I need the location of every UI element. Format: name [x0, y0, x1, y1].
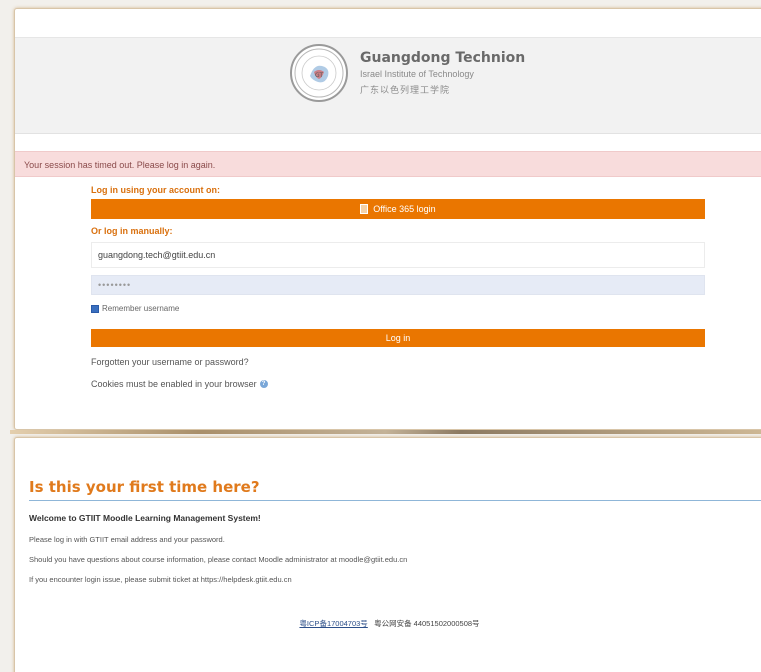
cookies-notice: Cookies must be enabled in your browser …	[91, 379, 705, 389]
header-band: GT Guangdong Technion Israel Institute o…	[15, 37, 761, 134]
university-seal-icon: GT	[290, 44, 348, 102]
title-underline	[29, 500, 761, 501]
password-field[interactable]: ••••••••	[91, 275, 705, 295]
office365-login-label: Office 365 login	[373, 204, 436, 214]
instructions-line-2: Should you have questions about course i…	[29, 555, 408, 564]
svg-text:GT: GT	[315, 72, 323, 79]
police-record: 粤公网安备 44051502000508号	[374, 619, 480, 628]
institution-logo[interactable]: GT Guangdong Technion Israel Institute o…	[290, 44, 525, 102]
username-field[interactable]: guangdong.tech@gtiit.edu.cn	[91, 242, 705, 268]
question-circle-icon[interactable]: ?	[259, 380, 268, 388]
sso-heading: Log in using your account on:	[91, 185, 220, 195]
instructions-line-3: If you encounter login issue, please sub…	[29, 575, 292, 584]
session-timeout-alert: Your session has timed out. Please log i…	[15, 151, 761, 177]
login-page: GT Guangdong Technion Israel Institute o…	[0, 0, 761, 672]
cookies-notice-text: Cookies must be enabled in your browser	[91, 379, 257, 389]
footer: 粤ICP备17004703号 粤公网安备 44051502000508号	[15, 618, 761, 629]
office-icon	[360, 204, 369, 214]
forgot-password-link[interactable]: Forgotten your username or password?	[91, 357, 705, 367]
first-time-title: Is this your first time here?	[29, 478, 260, 496]
institution-chinese-name: 广东以色列理工学院	[360, 84, 451, 95]
login-card: GT Guangdong Technion Israel Institute o…	[14, 8, 761, 430]
section-divider	[10, 430, 761, 434]
institution-name: Guangdong Technion	[360, 50, 526, 66]
instructions-line-1: Please log in with GTIIT email address a…	[29, 535, 225, 544]
remember-username-label: Remember username	[102, 304, 180, 313]
icp-link[interactable]: 粤ICP备17004703号	[299, 619, 367, 628]
login-button[interactable]: Log in	[91, 329, 705, 347]
first-time-card: Is this your first time here? Welcome to…	[14, 437, 761, 672]
checkbox-checked-icon[interactable]	[91, 304, 99, 313]
institution-subtitle: Israel Institute of Technology	[360, 68, 474, 79]
remember-username[interactable]: Remember username	[91, 304, 705, 313]
manual-login-heading: Or log in manually:	[91, 226, 173, 236]
welcome-text: Welcome to GTIIT Moodle Learning Managem…	[29, 513, 261, 523]
login-form: Log in using your account on: Office 365…	[91, 185, 705, 389]
office365-login-button[interactable]: Office 365 login	[91, 199, 705, 219]
